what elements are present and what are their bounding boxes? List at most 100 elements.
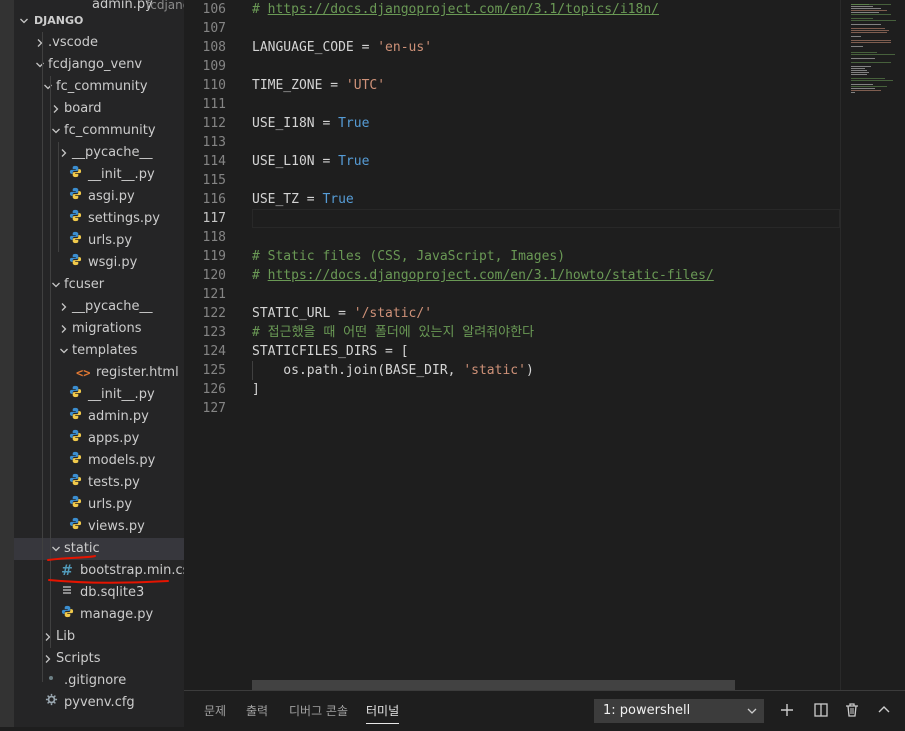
python-file-icon [68,208,82,230]
file-item[interactable]: __init__.py [14,384,184,406]
file-item[interactable]: __init__.py [14,164,184,186]
python-file-icon [68,516,82,538]
file-item[interactable]: tests.py [14,472,184,494]
code-line: 111 [184,95,840,114]
file-item[interactable]: .gitignore [14,670,184,692]
file-item[interactable]: urls.py [14,230,184,252]
split-icon[interactable] [810,699,832,721]
folder-item[interactable]: board [14,98,184,120]
code-text: STATICFILES_DIRS = [ [252,342,409,361]
line-number: 126 [202,382,226,397]
file-item[interactable]: settings.py [14,208,184,230]
python-file-icon [68,428,82,450]
file-item[interactable]: views.py [14,516,184,538]
tab-output[interactable]: 출력 [246,691,268,728]
python-file-icon [68,406,82,428]
tree-item-label: apps.py [88,431,140,446]
line-number: 124 [202,344,226,359]
code-text: # Static files (CSS, JavaScript, Images) [252,247,565,266]
code-text: os.path.join(BASE_DIR, 'static') [252,361,533,380]
folder-item[interactable]: templates [14,340,184,362]
folder-item[interactable]: Scripts [14,648,184,670]
terminal-select[interactable]: 1: powershell [594,699,764,723]
tree-item-label: wsgi.py [88,255,138,270]
file-item[interactable]: urls.py [14,494,184,516]
line-number: 113 [202,135,226,150]
minimap-line [851,8,881,9]
code-text: # 접근했을 때 어떤 폴더에 있는지 알려줘야한다 [252,323,534,342]
minimap-line [851,52,877,53]
code-line: 116 USE_TZ = True [184,190,840,209]
css-file-icon: # [61,563,73,579]
minimap-line [851,36,861,37]
code-token: True [338,116,370,131]
file-item[interactable]: <> register.html [14,362,184,384]
tree-item-label: settings.py [88,211,160,226]
code-token: LANGUAGE_CODE = [252,40,378,55]
explorer-section-header[interactable]: DJANGO [14,10,184,32]
minimap[interactable] [840,0,905,690]
folder-item[interactable]: Lib [14,626,184,648]
code-token: True [338,154,370,169]
chevron-up-icon[interactable] [873,699,895,721]
code-token: STATICFILES_DIRS = [ [252,344,409,359]
file-item[interactable]: asgi.py [14,186,184,208]
code-line: 119 # Static files (CSS, JavaScript, Imag… [184,247,840,266]
python-file-icon [68,384,82,406]
tree-item-label: pyvenv.cfg [64,695,135,710]
minimap-line [851,78,885,79]
minimap-line [851,92,855,93]
code-token[interactable]: https://docs.djangoproject.com/en/3.1/to… [268,2,659,17]
folder-item[interactable]: .vscode [14,32,184,54]
file-item[interactable]: # bootstrap.min.css [14,560,184,582]
file-item[interactable]: admin.py [14,406,184,428]
code-line: 109 [184,57,840,76]
folder-item[interactable]: fcuser [14,274,184,296]
minimap-line [851,72,869,73]
trash-icon[interactable] [841,699,863,721]
folder-item[interactable]: static [14,538,184,560]
tab-problems[interactable]: 문제 [204,691,226,728]
tree-item-label: db.sqlite3 [80,585,145,600]
code-text: STATIC_URL = '/static/' [252,304,432,323]
tab-terminal[interactable]: 터미널 [366,691,400,728]
explorer-sidebar: admin.py fcdjango... DJANGO .vscodefcdja… [14,0,184,727]
file-item[interactable]: apps.py [14,428,184,450]
tree-item-label: __pycache__ [72,299,153,314]
folder-item[interactable]: fcdjango_venv [14,54,184,76]
file-item[interactable]: wsgi.py [14,252,184,274]
chevron-down-icon [34,54,46,76]
line-number: 121 [202,287,226,302]
folder-item[interactable]: fc_community [14,76,184,98]
code-text: TIME_ZONE = 'UTC' [252,76,385,95]
line-number: 109 [202,59,226,74]
minimap-line [851,70,867,71]
file-item[interactable]: manage.py [14,604,184,626]
file-item[interactable]: pyvenv.cfg [14,692,184,714]
minimap-line [851,62,891,63]
folder-item[interactable]: migrations [14,318,184,340]
code-token[interactable]: https://docs.djangoproject.com/en/3.1/ho… [268,268,714,283]
folder-item[interactable]: __pycache__ [14,296,184,318]
tree-item-label: __init__.py [88,387,155,402]
folder-item[interactable]: fc_community [14,120,184,142]
code-line: 122 STATIC_URL = '/static/' [184,304,840,323]
minimap-line [851,42,891,43]
chevron-down-icon [50,274,62,296]
file-item[interactable]: db.sqlite3 [14,582,184,604]
code-editor[interactable]: 106 # https://docs.djangoproject.com/en/3… [184,0,840,690]
tab-debug-console[interactable]: 디버그 콘솔 [289,691,348,728]
code-line: 117 [184,209,840,228]
python-file-icon [68,164,82,186]
chevron-down-icon [18,10,30,32]
line-number: 118 [202,230,226,245]
line-number: 123 [202,325,226,340]
tree-item-label: asgi.py [88,189,135,204]
chevron-right-icon [58,318,70,340]
folder-item[interactable]: __pycache__ [14,142,184,164]
file-item[interactable]: models.py [14,450,184,472]
tree-item-label: fc_community [56,79,148,94]
plus-icon[interactable] [776,699,798,721]
horizontal-scrollbar[interactable] [252,680,735,690]
line-number: 107 [202,21,226,36]
